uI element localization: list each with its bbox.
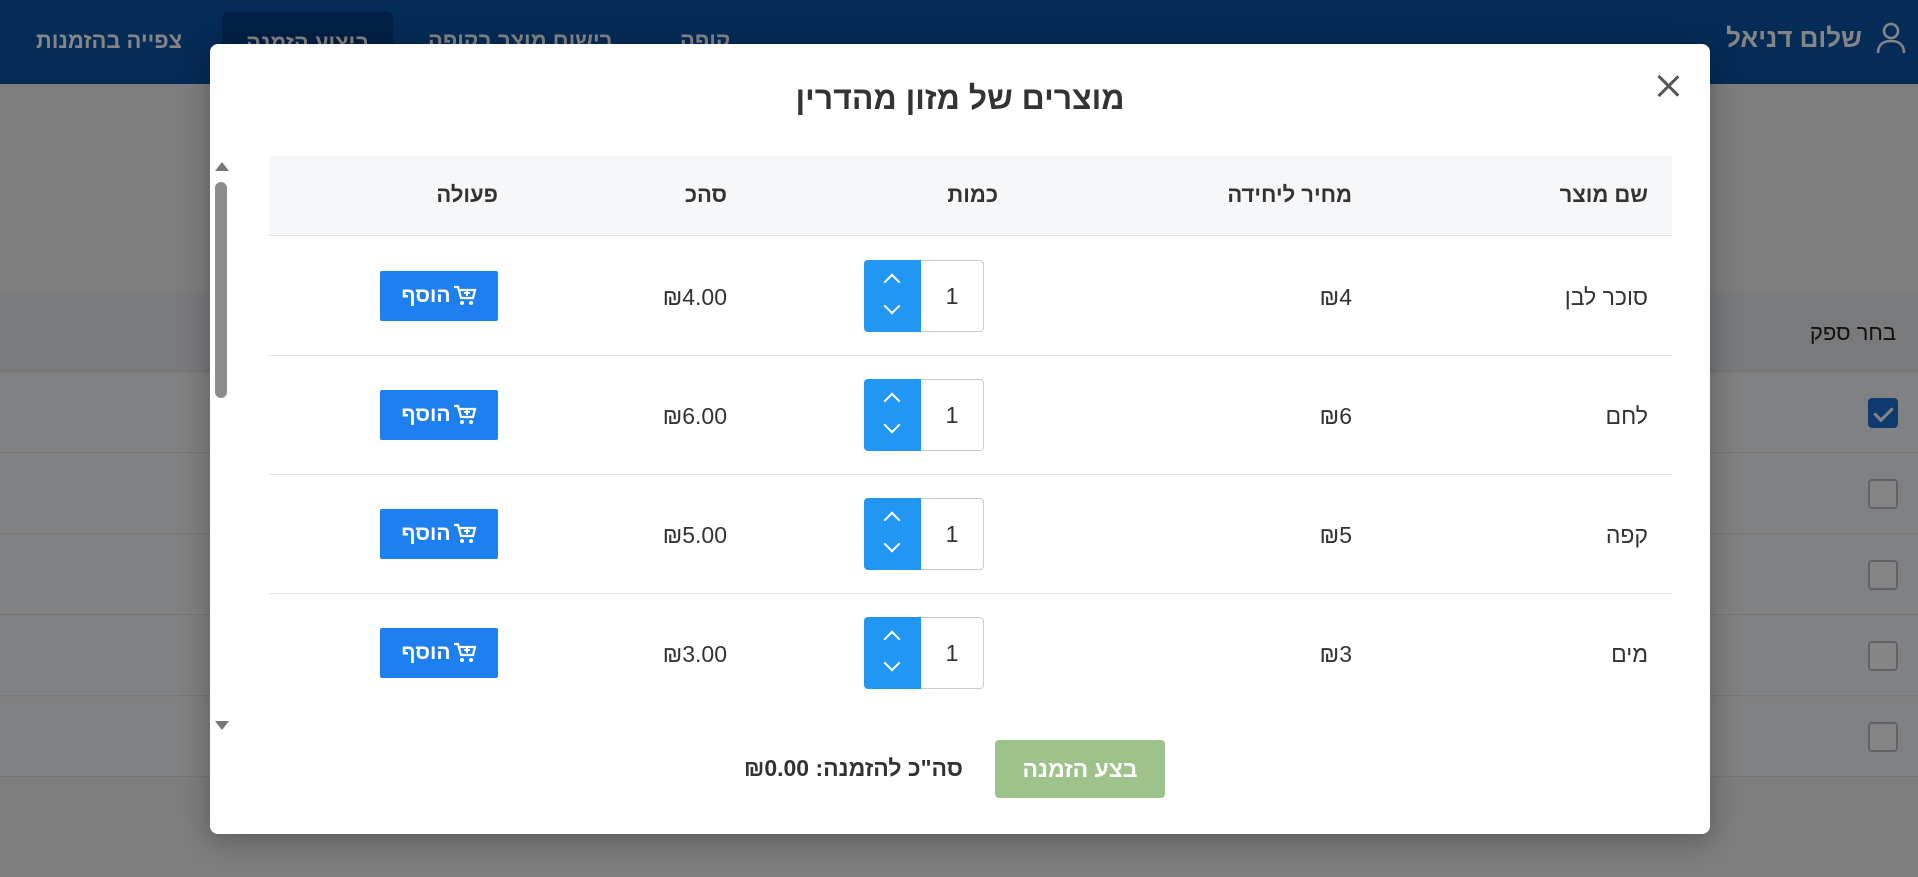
unit-price: ₪4 [1319,284,1352,310]
chevron-down-icon[interactable] [883,654,901,672]
unit-price: ₪5 [1319,522,1352,548]
quantity-input[interactable]: 1 [921,498,984,570]
add-button-label: הוסף [401,522,451,545]
quantity-input[interactable]: 1 [921,379,984,451]
cart-plus-icon [453,404,477,424]
table-row: מים ₪3 1 ₪3.00 הוסף [269,594,1672,712]
unit-price: ₪6 [1319,403,1352,429]
chevron-up-icon[interactable] [883,392,901,410]
order-total: סה"כ להזמנה: ₪0.00 [744,755,963,781]
row-total: ₪5.00 [662,522,727,548]
scroll-up-arrow-icon[interactable] [215,162,229,171]
product-name: סוכר לבן [1564,284,1648,310]
row-total: ₪6.00 [662,403,727,429]
col-product-name: שם מוצר [1559,182,1648,207]
add-to-cart-button[interactable]: הוסף [380,271,498,321]
products-table-header: שם מוצר מחיר ליחידה כמות סהכ פעולה [269,156,1672,236]
col-action: פעולה [436,182,498,207]
chevron-up-icon[interactable] [883,511,901,529]
modal-footer: בצע הזמנה סה"כ להזמנה: ₪0.00 [210,740,1710,800]
products-table: שם מוצר מחיר ליחידה כמות סהכ פעולה סוכר … [269,156,1672,712]
stepper-buttons[interactable] [864,617,921,689]
quantity-stepper[interactable]: 1 [864,379,984,451]
product-name: לחם [1605,403,1648,429]
chevron-up-icon[interactable] [883,630,901,648]
stepper-buttons[interactable] [864,379,921,451]
scrollbar-thumb[interactable] [215,182,227,398]
col-unit-price: מחיר ליחידה [1227,182,1352,207]
products-modal: מוצרים של מזון מהדרין שם מוצר מחיר ליחיד… [210,44,1710,834]
cart-plus-icon [453,642,477,662]
stepper-buttons[interactable] [864,498,921,570]
scroll-down-arrow-icon[interactable] [215,721,229,730]
cart-plus-icon [453,285,477,305]
modal-scrollbar[interactable] [210,156,232,736]
chevron-down-icon[interactable] [883,535,901,553]
quantity-input[interactable]: 1 [921,260,984,332]
col-total: סהכ [684,182,727,207]
chevron-down-icon[interactable] [883,416,901,434]
cart-plus-icon [453,523,477,543]
quantity-input[interactable]: 1 [921,617,984,689]
add-to-cart-button[interactable]: הוסף [380,390,498,440]
product-name: מים [1611,641,1648,667]
chevron-up-icon[interactable] [883,273,901,291]
close-icon[interactable] [1650,68,1686,104]
place-order-button[interactable]: בצע הזמנה [995,740,1165,798]
add-button-label: הוסף [401,641,451,664]
chevron-down-icon[interactable] [883,297,901,315]
row-total: ₪4.00 [662,284,727,310]
quantity-stepper[interactable]: 1 [864,617,984,689]
quantity-stepper[interactable]: 1 [864,260,984,332]
add-button-label: הוסף [401,403,451,426]
product-name: קפה [1605,522,1648,548]
add-button-label: הוסף [401,284,451,307]
stepper-buttons[interactable] [864,260,921,332]
table-row: סוכר לבן ₪4 1 ₪4.00 הוסף [269,237,1672,356]
row-total: ₪3.00 [662,641,727,667]
add-to-cart-button[interactable]: הוסף [380,628,498,678]
quantity-stepper[interactable]: 1 [864,498,984,570]
table-row: קפה ₪5 1 ₪5.00 הוסף [269,475,1672,594]
unit-price: ₪3 [1319,641,1352,667]
col-quantity: כמות [947,182,998,207]
modal-title: מוצרים של מזון מהדרין [795,80,1125,116]
add-to-cart-button[interactable]: הוסף [380,509,498,559]
table-row: לחם ₪6 1 ₪6.00 הוסף [269,356,1672,475]
